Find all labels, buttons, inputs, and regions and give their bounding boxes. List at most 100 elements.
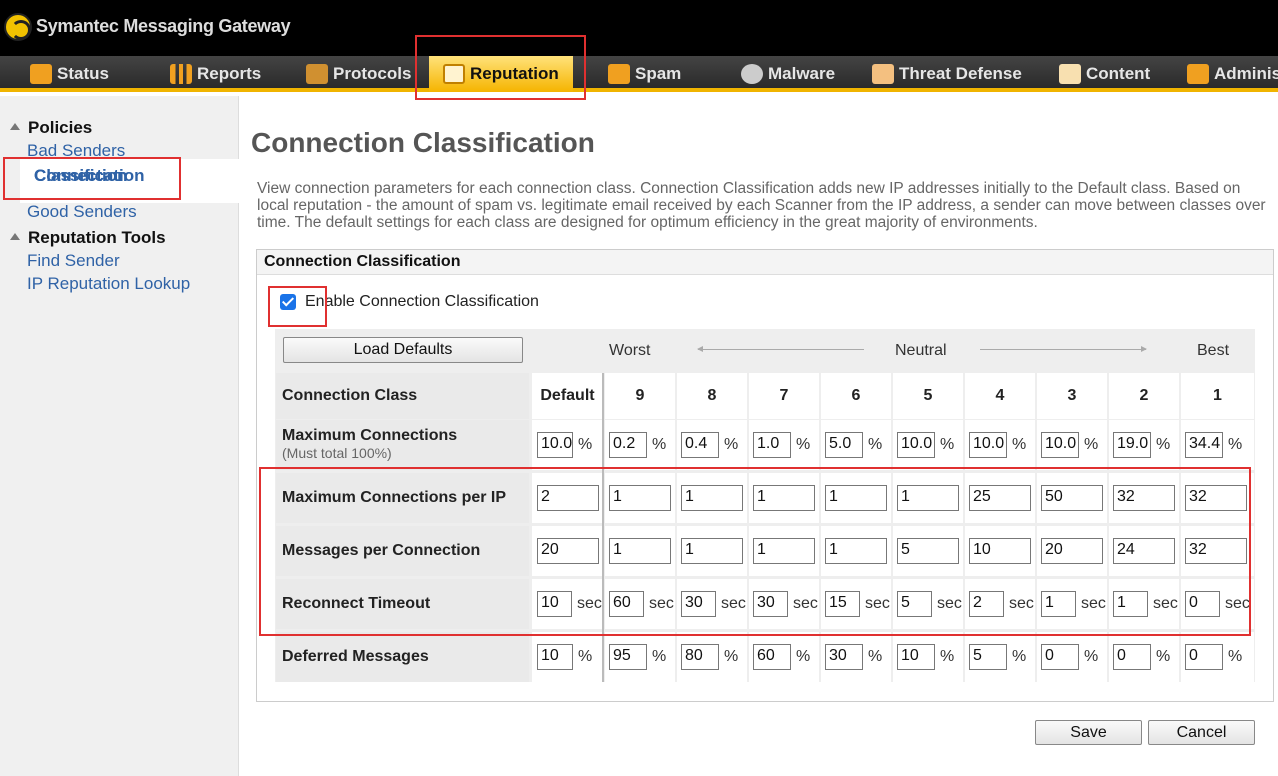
sidebar-item-ip-reputation-lookup[interactable]: IP Reputation Lookup bbox=[27, 274, 190, 294]
collapse-triangle-icon bbox=[10, 233, 20, 240]
column-header: Default bbox=[532, 373, 603, 419]
row-label-text: Connection Class bbox=[282, 387, 418, 404]
input-field[interactable]: 0 bbox=[1113, 644, 1151, 670]
highlight-rows-box bbox=[259, 467, 1251, 636]
page-title: Connection Classification bbox=[251, 127, 595, 158]
load-defaults-button[interactable]: Load Defaults bbox=[283, 337, 523, 363]
scale-worst-label: Worst bbox=[609, 342, 651, 359]
input-field[interactable]: 5 bbox=[969, 644, 1007, 670]
input-field[interactable]: 34.4 bbox=[1185, 432, 1223, 458]
input-field[interactable]: 0 bbox=[1185, 644, 1223, 670]
input-field[interactable]: 5.0 bbox=[825, 432, 863, 458]
top-header: Symantec Messaging Gateway bbox=[0, 0, 1278, 56]
enable-connection-classification-label: Enable Connection Classification bbox=[305, 293, 539, 310]
row-sublabel: (Must total 100%) bbox=[282, 445, 392, 461]
save-button[interactable]: Save bbox=[1035, 720, 1142, 745]
row-label-text: Deferred Messages bbox=[282, 648, 429, 665]
highlight-checkbox-box bbox=[268, 286, 327, 327]
nav-status[interactable]: Status bbox=[30, 56, 109, 92]
arrow-right-icon bbox=[980, 346, 1147, 352]
unit-label: % bbox=[868, 436, 883, 453]
unit-label: % bbox=[1156, 648, 1171, 665]
column-header: 1 bbox=[1181, 373, 1254, 419]
nav-administration[interactable]: Adminis bbox=[1187, 56, 1278, 92]
column-header: 8 bbox=[677, 373, 747, 419]
sidebar-item-find-sender[interactable]: Find Sender bbox=[27, 251, 120, 271]
column-header: 6 bbox=[821, 373, 891, 419]
nav-label: Adminis bbox=[1214, 64, 1278, 83]
page-description: View connection parameters for each conn… bbox=[257, 180, 1266, 231]
collapse-triangle-icon bbox=[10, 123, 20, 130]
unit-label: % bbox=[796, 436, 811, 453]
nav-threat-defense[interactable]: Threat Defense bbox=[872, 56, 1022, 92]
unit-label: % bbox=[940, 436, 955, 453]
row-label: Deferred Messages bbox=[276, 632, 529, 682]
scale-best-label: Best bbox=[1197, 342, 1230, 359]
reports-icon bbox=[170, 64, 192, 84]
column-header: 7 bbox=[749, 373, 819, 419]
input-field[interactable]: 10 bbox=[897, 644, 935, 670]
input-field[interactable]: 30 bbox=[825, 644, 863, 670]
nav-content[interactable]: Content bbox=[1059, 56, 1150, 92]
unit-label: % bbox=[724, 436, 739, 453]
input-field[interactable]: 10.0 bbox=[537, 432, 573, 458]
unit-label: % bbox=[1228, 648, 1243, 665]
unit-label: % bbox=[868, 648, 883, 665]
column-header-connection-class: Connection Class bbox=[276, 373, 529, 419]
nav-label: Spam bbox=[635, 64, 682, 83]
column-header: 5 bbox=[893, 373, 963, 419]
nav-label: Status bbox=[57, 64, 109, 83]
app-title: Symantec Messaging Gateway bbox=[36, 16, 291, 36]
sidebar-section-reputation-tools[interactable]: Reputation Tools bbox=[10, 228, 166, 248]
content-icon bbox=[1059, 64, 1081, 84]
input-field[interactable]: 1.0 bbox=[753, 432, 791, 458]
input-field[interactable]: 10.0 bbox=[897, 432, 935, 458]
unit-label: % bbox=[1012, 436, 1027, 453]
nav-malware[interactable]: Malware bbox=[741, 56, 835, 92]
unit-label: % bbox=[1084, 436, 1099, 453]
unit-label: % bbox=[652, 436, 667, 453]
unit-label: % bbox=[1228, 436, 1243, 453]
unit-label: % bbox=[1156, 436, 1171, 453]
row-label-text: Maximum Connections bbox=[282, 427, 458, 444]
panel-title: Connection Classification bbox=[257, 250, 1273, 275]
unit-label: % bbox=[578, 436, 593, 453]
unit-label: % bbox=[1012, 648, 1027, 665]
highlight-reputation-box bbox=[415, 35, 586, 100]
nav-spam[interactable]: Spam bbox=[608, 56, 681, 92]
arrow-left-icon bbox=[697, 346, 864, 352]
input-field[interactable]: 19.0 bbox=[1113, 432, 1151, 458]
column-header: 9 bbox=[605, 373, 675, 419]
highlight-sidebar-box bbox=[3, 157, 181, 200]
administration-icon bbox=[1187, 64, 1209, 84]
status-icon bbox=[30, 64, 52, 84]
input-field[interactable]: 10.0 bbox=[1041, 432, 1079, 458]
malware-icon bbox=[741, 64, 763, 84]
input-field[interactable]: 0.2 bbox=[609, 432, 647, 458]
unit-label: % bbox=[1084, 648, 1099, 665]
row-label: Maximum Connections (Must total 100%) bbox=[276, 420, 529, 470]
section-title: Reputation Tools bbox=[28, 228, 166, 247]
input-field[interactable]: 10 bbox=[537, 644, 573, 670]
column-header: 3 bbox=[1037, 373, 1107, 419]
input-field[interactable]: 80 bbox=[681, 644, 719, 670]
nav-label: Content bbox=[1086, 64, 1151, 83]
scale-neutral-label: Neutral bbox=[895, 342, 947, 359]
unit-label: % bbox=[796, 648, 811, 665]
nav-protocols[interactable]: Protocols bbox=[306, 56, 411, 92]
sidebar-item-good-senders[interactable]: Good Senders bbox=[27, 202, 137, 222]
input-field[interactable]: 0 bbox=[1041, 644, 1079, 670]
nav-label: Protocols bbox=[333, 64, 412, 83]
unit-label: % bbox=[652, 648, 667, 665]
spam-icon bbox=[608, 64, 630, 84]
section-title: Policies bbox=[28, 118, 93, 137]
sidebar-section-policies[interactable]: Policies bbox=[10, 118, 92, 138]
column-header: 2 bbox=[1109, 373, 1179, 419]
cancel-button[interactable]: Cancel bbox=[1148, 720, 1255, 745]
input-field[interactable]: 60 bbox=[753, 644, 791, 670]
nav-reports[interactable]: Reports bbox=[170, 56, 261, 92]
unit-label: % bbox=[940, 648, 955, 665]
input-field[interactable]: 95 bbox=[609, 644, 647, 670]
input-field[interactable]: 0.4 bbox=[681, 432, 719, 458]
input-field[interactable]: 10.0 bbox=[969, 432, 1007, 458]
